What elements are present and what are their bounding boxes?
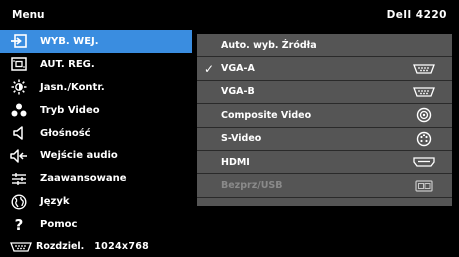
menu-item-volume[interactable]: Głośność <box>0 122 192 145</box>
submenu-item-hdmi[interactable]: HDMI <box>197 151 452 175</box>
submenu-item-label: HDMI <box>221 156 250 168</box>
osd-header: Menu Dell 4220 <box>0 0 459 30</box>
menu-item-label: Język <box>40 196 70 208</box>
menu-item-language[interactable]: Język <box>0 190 192 213</box>
menu-item-auto-adjust[interactable]: AUT. REG. <box>0 53 192 76</box>
submenu-item-label: Auto. wyb. Źródła <box>221 39 317 51</box>
menu-item-label: Zaawansowane <box>40 173 127 185</box>
submenu-item-wireless-usb: Bezprz/USB <box>197 174 452 198</box>
menu-item-advanced[interactable]: Zaawansowane <box>0 167 192 190</box>
menu-item-label: Głośność <box>40 127 91 139</box>
menu-title: Menu <box>12 9 45 21</box>
menu-item-label: AUT. REG. <box>40 58 95 70</box>
submenu-item-vga-a[interactable]: ✓ VGA-A <box>197 57 452 81</box>
advanced-settings-icon <box>0 168 38 190</box>
audio-input-icon <box>0 145 38 167</box>
input-source-submenu: Auto. wyb. Źródła ✓ VGA-A VGA-B Composit… <box>197 34 452 206</box>
vga-connector-icon <box>404 87 444 97</box>
vga-connector-icon <box>404 63 444 74</box>
s-video-connector-icon <box>404 131 444 147</box>
vga-connector-icon <box>6 241 36 252</box>
brightness-icon <box>0 76 38 98</box>
submenu-item-label: VGA-A <box>221 63 255 75</box>
submenu-item-label: S-Video <box>221 133 262 145</box>
main-menu: WYB. WEJ. AUT. REG. Jasn./Kontr. Tryb Vi… <box>0 30 192 236</box>
submenu-item-vga-b[interactable]: VGA-B <box>197 81 452 105</box>
submenu-item-label: Composite Video <box>221 109 312 121</box>
projector-model: Dell 4220 <box>386 9 447 21</box>
menu-item-video-mode[interactable]: Tryb Video <box>0 99 192 122</box>
menu-item-label: Tryb Video <box>40 104 100 116</box>
speaker-icon <box>0 122 38 144</box>
submenu-item-label: Bezprz/USB <box>221 180 283 192</box>
projector-osd: Menu Dell 4220 WYB. WEJ. AUT. REG. Jasn.… <box>0 0 459 257</box>
hdmi-connector-icon <box>404 157 444 167</box>
menu-item-help[interactable]: ? Pomoc <box>0 213 192 236</box>
resolution-label: Rozdziel. <box>36 241 85 252</box>
auto-adjust-icon <box>0 53 38 75</box>
menu-item-brightness-contrast[interactable]: Jasn./Kontr. <box>0 76 192 99</box>
menu-item-audio-input[interactable]: Wejście audio <box>0 144 192 167</box>
resolution-value: 1024x768 <box>94 241 150 252</box>
rca-connector-icon <box>404 107 444 123</box>
menu-item-label: WYB. WEJ. <box>40 35 99 47</box>
video-mode-icon <box>0 99 38 121</box>
menu-item-label: Wejście audio <box>40 150 118 162</box>
submenu-item-s-video[interactable]: S-Video <box>197 128 452 151</box>
submenu-item-auto-source[interactable]: Auto. wyb. Źródła <box>197 34 452 58</box>
help-icon: ? <box>14 215 24 234</box>
wireless-usb-icon <box>404 179 444 192</box>
language-icon <box>0 191 38 213</box>
input-source-icon <box>0 30 38 52</box>
submenu-empty-row <box>197 198 452 220</box>
submenu-item-composite-video[interactable]: Composite Video <box>197 104 452 128</box>
menu-item-label: Jasn./Kontr. <box>40 81 105 93</box>
menu-item-label: Pomoc <box>40 219 78 231</box>
status-footer: Rozdziel. 1024x768 <box>0 236 459 257</box>
submenu-item-label: VGA-B <box>221 86 255 98</box>
checkmark-icon: ✓ <box>203 61 215 76</box>
menu-item-input-select[interactable]: WYB. WEJ. <box>0 30 192 53</box>
